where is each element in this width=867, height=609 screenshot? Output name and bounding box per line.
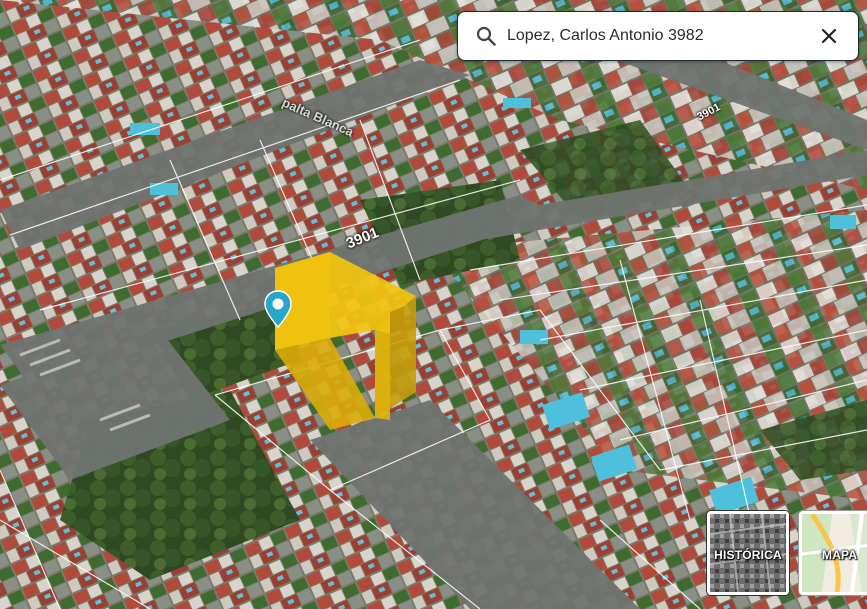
layer-mapa-label: MAPA	[822, 548, 867, 562]
search-icon[interactable]	[475, 25, 497, 47]
close-icon[interactable]	[818, 25, 840, 47]
search-bar[interactable]	[457, 11, 859, 61]
layer-historica-button[interactable]: HISTÓRICA	[707, 511, 789, 595]
search-input[interactable]	[507, 21, 797, 51]
location-pin-icon[interactable]	[264, 290, 292, 330]
layer-mapa-button[interactable]: MAPA	[799, 511, 867, 595]
map-view[interactable]: 3901 3901 palta Blanca	[0, 0, 867, 609]
layer-historica-label: HISTÓRICA	[710, 548, 786, 562]
layer-switcher: HISTÓRICA MAPA	[707, 511, 867, 597]
